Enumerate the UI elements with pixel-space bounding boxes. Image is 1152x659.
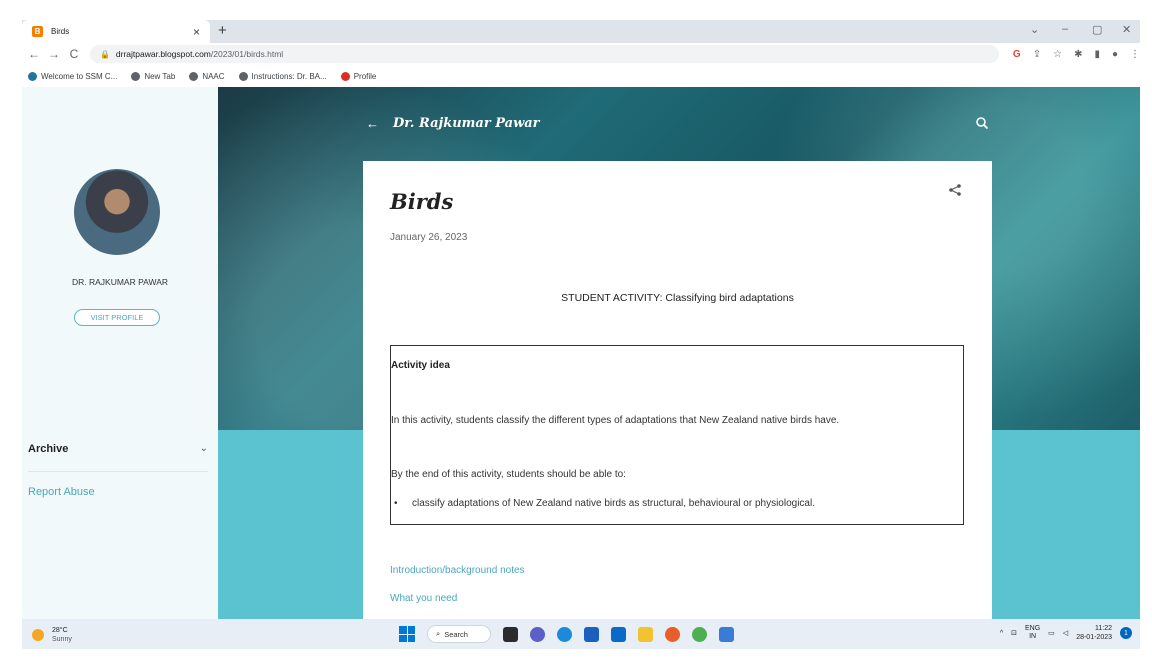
taskbar: 28°C Sunny ⌕ Search ^ ⊡ ENG IN ▭ ◁ 11:22… <box>22 619 1140 649</box>
language-indicator[interactable]: ENG IN <box>1025 625 1040 641</box>
google-icon[interactable]: G <box>1013 49 1021 60</box>
bookmark-item[interactable]: Profile <box>340 71 376 81</box>
restore-icon[interactable]: – <box>1062 23 1068 35</box>
lock-icon: 🔒 <box>99 49 110 59</box>
bookmarks-bar: Welcome to SSM C... New Tab NAAC Instruc… <box>22 65 1140 87</box>
activity-description: In this activity, students classify the … <box>391 415 840 426</box>
maximize-icon[interactable]: ▢ <box>1092 23 1102 36</box>
forward-icon[interactable]: → <box>46 47 62 61</box>
mail-icon[interactable] <box>611 626 626 642</box>
list-item-text: classify adaptations of New Zealand nati… <box>412 498 815 509</box>
post-card: Birds January 26, 2023 STUDENT ACTIVITY:… <box>363 161 992 619</box>
weather-condition: Sunny <box>52 636 72 643</box>
profile-icon[interactable]: ● <box>1112 49 1118 60</box>
sidebar: DR. RAJKUMAR PAWAR VISIT PROFILE Archive… <box>22 87 218 619</box>
chat-icon[interactable] <box>530 626 545 642</box>
list-item: • classify adaptations of New Zealand na… <box>391 498 815 509</box>
blog-title[interactable]: Dr. Rajkumar Pawar <box>393 116 540 131</box>
notification-badge[interactable]: 1 <box>1120 627 1132 639</box>
activity-heading: STUDENT ACTIVITY: Classifying bird adapt… <box>561 292 794 304</box>
back-icon[interactable]: ← <box>26 47 42 61</box>
firefox-icon[interactable] <box>665 626 680 642</box>
globe-icon <box>238 71 248 81</box>
task-view-icon[interactable] <box>503 626 518 642</box>
extensions-icon[interactable]: ✱ <box>1074 49 1082 60</box>
clock-date: 28-01-2023 <box>1076 634 1112 641</box>
close-window-icon[interactable]: ✕ <box>1122 23 1131 36</box>
activity-box: Activity idea In this activity, students… <box>390 345 964 525</box>
chevron-down-icon: ⌄ <box>199 443 208 454</box>
share-page-icon[interactable]: ⇪ <box>1033 49 1041 60</box>
post-date: January 26, 2023 <box>390 232 468 243</box>
bookmark-item[interactable]: Instructions: Dr. BA... <box>238 71 327 81</box>
taskbar-search-label: Search <box>444 629 468 639</box>
avatar[interactable] <box>74 169 160 255</box>
url-path: /2023/01/birds.html <box>210 49 284 59</box>
report-abuse-link[interactable]: Report Abuse <box>28 486 95 498</box>
archive-toggle[interactable]: Archive ⌄ <box>28 443 208 459</box>
new-tab-button[interactable]: + <box>218 22 227 39</box>
learning-outcome-intro: By the end of this activity, students sh… <box>391 469 626 480</box>
introduction-link[interactable]: Introduction/background notes <box>390 565 525 576</box>
address-bar[interactable]: 🔒 drrajtpawar.blogspot.com /2023/01/bird… <box>89 45 999 63</box>
bookmark-item[interactable]: Welcome to SSM C... <box>28 71 117 81</box>
file-explorer-icon[interactable] <box>638 626 653 642</box>
tab-close-icon[interactable]: × <box>193 25 200 39</box>
browser-toolbar: ← → C 🔒 drrajtpawar.blogspot.com /2023/0… <box>22 43 1140 65</box>
blog-header: ← Dr. Rajkumar Pawar <box>366 116 540 131</box>
wordpress-icon <box>28 71 37 81</box>
url-host: drrajtpawar.blogspot.com <box>115 49 211 59</box>
taskbar-apps: ⌕ Search <box>399 625 734 643</box>
sun-icon <box>32 629 44 641</box>
store-icon[interactable] <box>584 626 599 642</box>
activity-idea-title: Activity idea <box>391 360 450 371</box>
profile-bookmark-icon <box>340 71 350 81</box>
side-panel-icon[interactable]: ▮ <box>1094 49 1100 60</box>
reload-icon[interactable]: C <box>66 47 82 61</box>
what-you-need-link[interactable]: What you need <box>390 593 457 604</box>
chevron-up-icon[interactable]: ^ <box>1000 630 1003 637</box>
post-title: Birds <box>390 189 454 214</box>
bookmark-item[interactable]: New Tab <box>131 71 175 81</box>
windows-start-icon[interactable] <box>399 626 415 642</box>
display-icon[interactable]: ▭ <box>1048 629 1055 637</box>
archive-label: Archive <box>28 443 69 455</box>
network-icon[interactable]: ⊡ <box>1011 629 1017 637</box>
visit-profile-button[interactable]: VISIT PROFILE <box>74 309 160 326</box>
search-icon: ⌕ <box>436 629 441 638</box>
bookmark-star-icon[interactable]: ☆ <box>1053 49 1062 60</box>
tab-title: Birds <box>51 27 70 36</box>
system-tray: ^ ⊡ ENG IN ▭ ◁ 11:22 28-01-2023 1 <box>1000 624 1132 642</box>
share-icon[interactable] <box>948 183 962 197</box>
minimize-icon[interactable]: ⌄ <box>1030 23 1039 36</box>
toolbar-icons: G ⇪ ☆ ✱ ▮ ● ⋮ <box>1013 49 1140 60</box>
back-arrow-icon[interactable]: ← <box>366 116 379 131</box>
globe-icon <box>189 71 199 81</box>
edge-icon[interactable] <box>557 626 572 642</box>
search-icon[interactable] <box>975 116 989 130</box>
profile-name: DR. RAJKUMAR PAWAR <box>71 277 169 287</box>
chrome-icon[interactable] <box>692 626 707 642</box>
clock-time: 11:22 <box>1095 625 1112 632</box>
weather-widget[interactable]: 28°C Sunny <box>32 626 72 644</box>
bookmark-item[interactable]: NAAC <box>189 71 225 81</box>
globe-icon <box>131 71 141 81</box>
temperature: 28°C <box>52 627 68 634</box>
taskbar-search[interactable]: ⌕ Search <box>427 625 491 643</box>
blogger-icon: B <box>32 26 43 37</box>
menu-icon[interactable]: ⋮ <box>1130 49 1140 60</box>
sidebar-divider <box>28 471 208 472</box>
volume-icon[interactable]: ◁ <box>1063 629 1068 637</box>
clock[interactable]: 11:22 28-01-2023 <box>1076 624 1112 642</box>
tab-birds[interactable]: B Birds × <box>22 20 210 43</box>
tab-strip: B Birds × + ⌄ – ▢ ✕ <box>22 20 1140 43</box>
bullet-icon: • <box>394 498 398 509</box>
photos-icon[interactable] <box>719 626 734 642</box>
